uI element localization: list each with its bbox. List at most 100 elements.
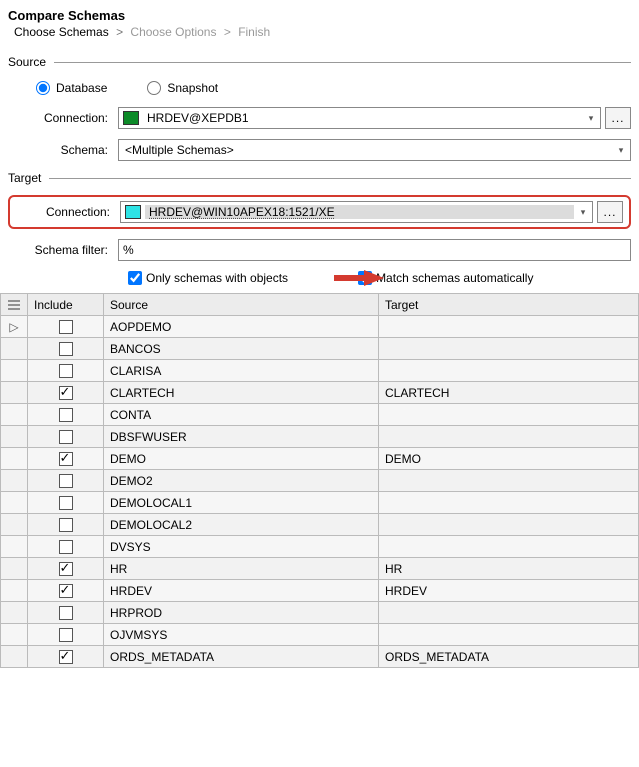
- source-schema-label: Schema:: [8, 143, 118, 157]
- divider: [49, 178, 631, 179]
- include-cell[interactable]: [28, 338, 104, 360]
- source-connection-value: HRDEV@XEPDB1: [143, 111, 582, 125]
- radio-snapshot[interactable]: Snapshot: [147, 81, 218, 95]
- source-column-header[interactable]: Source: [104, 294, 379, 316]
- include-checkbox[interactable]: [59, 430, 73, 444]
- row-indicator: [1, 470, 28, 492]
- source-schema-cell: DEMO2: [104, 470, 379, 492]
- include-checkbox[interactable]: [59, 562, 73, 576]
- include-column-header[interactable]: Include: [28, 294, 104, 316]
- row-indicator: [1, 514, 28, 536]
- match-schemas-automatically-checkbox[interactable]: Match schemas automatically: [358, 271, 533, 285]
- table-row[interactable]: HRHR: [1, 558, 639, 580]
- include-checkbox[interactable]: [59, 408, 73, 422]
- table-row[interactable]: BANCOS: [1, 338, 639, 360]
- table-row[interactable]: DVSYS: [1, 536, 639, 558]
- table-row[interactable]: ▷AOPDEMO: [1, 316, 639, 338]
- source-schema-cell: HRDEV: [104, 580, 379, 602]
- table-row[interactable]: CONTA: [1, 404, 639, 426]
- source-schema-combo[interactable]: <Multiple Schemas> ▾: [118, 139, 631, 161]
- include-cell[interactable]: [28, 646, 104, 668]
- target-connection-highlight: Connection: HRDEV@WIN10APEX18:1521/XE ▾ …: [8, 195, 631, 229]
- table-row[interactable]: DBSFWUSER: [1, 426, 639, 448]
- include-checkbox[interactable]: [59, 584, 73, 598]
- include-checkbox[interactable]: [59, 342, 73, 356]
- include-checkbox[interactable]: [59, 386, 73, 400]
- target-connection-browse-button[interactable]: ...: [597, 201, 623, 223]
- source-schema-cell: DEMOLOCAL2: [104, 514, 379, 536]
- include-checkbox[interactable]: [59, 518, 73, 532]
- source-schema-value: <Multiple Schemas>: [119, 143, 612, 157]
- table-row[interactable]: ORDS_METADATAORDS_METADATA: [1, 646, 639, 668]
- include-checkbox[interactable]: [59, 320, 73, 334]
- schema-filter-input[interactable]: [118, 239, 631, 261]
- include-cell[interactable]: [28, 624, 104, 646]
- include-checkbox[interactable]: [59, 364, 73, 378]
- radio-database[interactable]: Database: [36, 81, 107, 95]
- row-indicator: [1, 646, 28, 668]
- radio-snapshot-input[interactable]: [147, 81, 161, 95]
- target-schema-cell: ORDS_METADATA: [379, 646, 639, 668]
- include-cell[interactable]: [28, 602, 104, 624]
- include-cell[interactable]: [28, 536, 104, 558]
- table-row[interactable]: OJVMSYS: [1, 624, 639, 646]
- target-schema-cell: [379, 426, 639, 448]
- include-checkbox[interactable]: [59, 540, 73, 554]
- source-section-heading: Source: [8, 55, 54, 69]
- include-cell[interactable]: [28, 404, 104, 426]
- target-column-header[interactable]: Target: [379, 294, 639, 316]
- target-schema-cell: CLARTECH: [379, 382, 639, 404]
- table-row[interactable]: DEMO2: [1, 470, 639, 492]
- include-checkbox[interactable]: [59, 474, 73, 488]
- row-indicator: [1, 602, 28, 624]
- include-checkbox[interactable]: [59, 650, 73, 664]
- row-indicator: [1, 404, 28, 426]
- row-indicator: [1, 492, 28, 514]
- target-schema-cell: HR: [379, 558, 639, 580]
- source-schema-cell: HRPROD: [104, 602, 379, 624]
- include-cell[interactable]: [28, 558, 104, 580]
- include-cell[interactable]: [28, 448, 104, 470]
- only-schemas-with-objects-input[interactable]: [128, 271, 142, 285]
- table-row[interactable]: HRDEVHRDEV: [1, 580, 639, 602]
- table-row[interactable]: DEMOLOCAL2: [1, 514, 639, 536]
- source-connection-label: Connection:: [8, 111, 118, 125]
- table-row[interactable]: DEMODEMO: [1, 448, 639, 470]
- chevron-down-icon[interactable]: ▾: [582, 108, 600, 128]
- chevron-down-icon[interactable]: ▾: [612, 140, 630, 160]
- include-cell[interactable]: [28, 492, 104, 514]
- row-indicator: ▷: [1, 316, 28, 338]
- menu-icon[interactable]: [1, 294, 28, 316]
- schema-mapping-table[interactable]: Include Source Target ▷AOPDEMOBANCOSCLAR…: [0, 293, 639, 668]
- breadcrumb-step-1[interactable]: Choose Schemas: [14, 25, 109, 39]
- source-connection-browse-button[interactable]: ...: [605, 107, 631, 129]
- table-row[interactable]: CLARTECHCLARTECH: [1, 382, 639, 404]
- include-cell[interactable]: [28, 514, 104, 536]
- include-cell[interactable]: [28, 580, 104, 602]
- breadcrumb-step-3: Finish: [238, 25, 270, 39]
- only-schemas-with-objects-checkbox[interactable]: Only schemas with objects: [128, 271, 288, 285]
- include-cell[interactable]: [28, 382, 104, 404]
- target-schema-cell: DEMO: [379, 448, 639, 470]
- include-cell[interactable]: [28, 360, 104, 382]
- include-cell[interactable]: [28, 470, 104, 492]
- target-connection-combo[interactable]: HRDEV@WIN10APEX18:1521/XE ▾: [120, 201, 593, 223]
- chevron-down-icon[interactable]: ▾: [574, 202, 592, 222]
- target-connection-value: HRDEV@WIN10APEX18:1521/XE: [145, 205, 574, 219]
- include-checkbox[interactable]: [59, 496, 73, 510]
- include-checkbox[interactable]: [59, 452, 73, 466]
- include-checkbox[interactable]: [59, 606, 73, 620]
- table-row[interactable]: HRPROD: [1, 602, 639, 624]
- separator-icon: >: [224, 25, 231, 39]
- include-cell[interactable]: [28, 316, 104, 338]
- table-row[interactable]: CLARISA: [1, 360, 639, 382]
- include-checkbox[interactable]: [59, 628, 73, 642]
- table-row[interactable]: DEMOLOCAL1: [1, 492, 639, 514]
- radio-database-input[interactable]: [36, 81, 50, 95]
- target-schema-cell: [379, 624, 639, 646]
- row-indicator: [1, 536, 28, 558]
- include-cell[interactable]: [28, 426, 104, 448]
- target-schema-cell: [379, 360, 639, 382]
- match-schemas-automatically-input[interactable]: [358, 271, 372, 285]
- source-connection-combo[interactable]: HRDEV@XEPDB1 ▾: [118, 107, 601, 129]
